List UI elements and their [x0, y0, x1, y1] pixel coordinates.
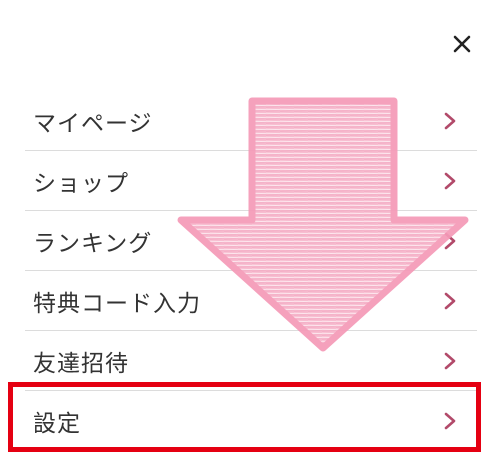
- menu-item-label: 特典コード入力: [33, 291, 201, 317]
- menu-item-label: マイページ: [33, 111, 153, 137]
- chevron-right-icon: [443, 291, 457, 311]
- menu-item-bonus-code[interactable]: 特典コード入力: [25, 271, 477, 331]
- menu-item-ranking[interactable]: ランキング: [25, 211, 477, 271]
- side-menu: マイページ ショップ ランキング 特典コード入力 友達招待 設定: [25, 91, 477, 451]
- menu-item-mypage[interactable]: マイページ: [25, 91, 477, 151]
- chevron-right-icon: [443, 171, 457, 191]
- close-button[interactable]: [446, 28, 478, 60]
- chevron-right-icon: [443, 411, 457, 431]
- menu-item-invite-friends[interactable]: 友達招待: [25, 331, 477, 391]
- close-icon: [453, 35, 471, 53]
- menu-item-label: ランキング: [33, 231, 153, 257]
- menu-item-label: 設定: [33, 411, 81, 437]
- chevron-right-icon: [443, 231, 457, 251]
- chevron-right-icon: [443, 111, 457, 131]
- chevron-right-icon: [443, 351, 457, 371]
- menu-item-settings[interactable]: 設定: [25, 391, 477, 451]
- menu-item-label: ショップ: [33, 171, 129, 197]
- menu-item-shop[interactable]: ショップ: [25, 151, 477, 211]
- menu-item-label: 友達招待: [33, 351, 129, 377]
